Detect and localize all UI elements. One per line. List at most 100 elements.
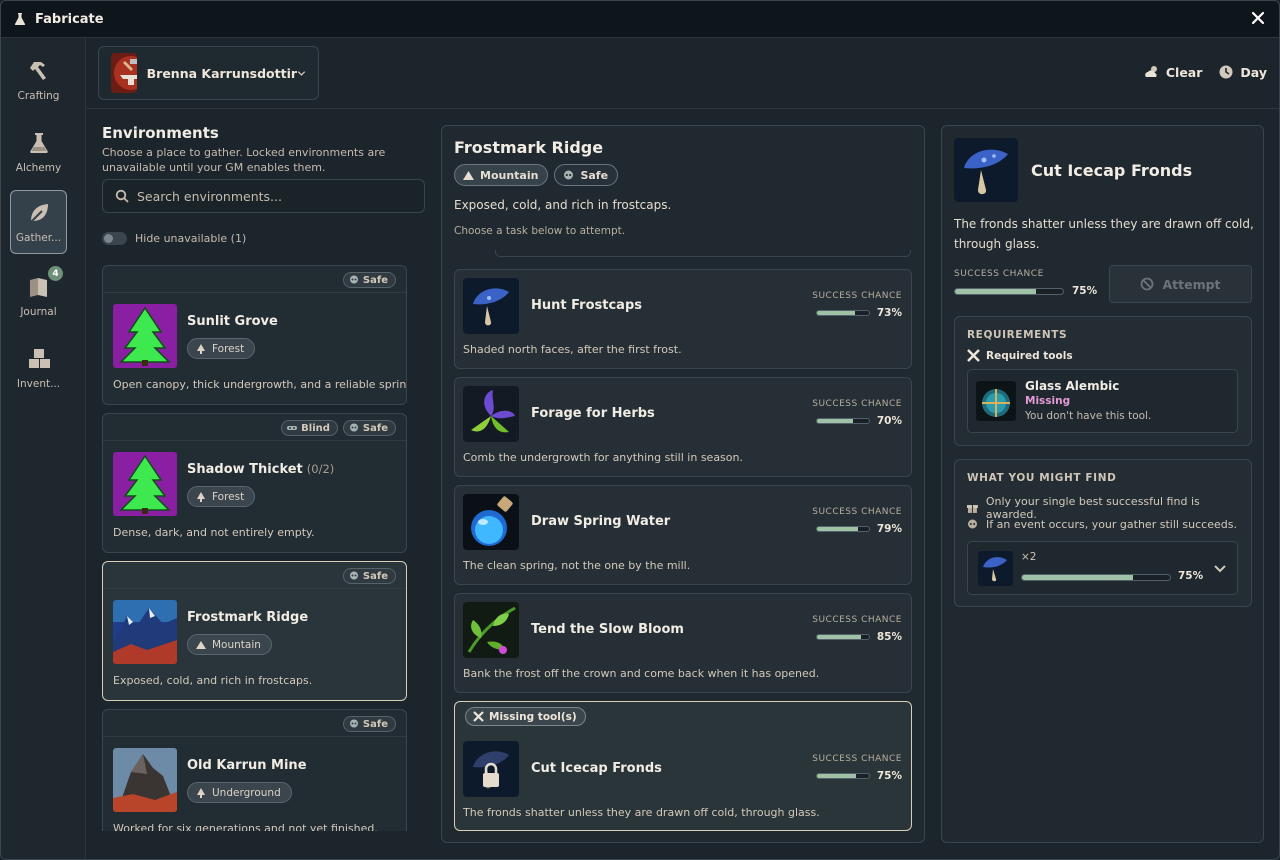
success-chance-label: SUCCESS CHANCE [812,615,902,625]
environment-card[interactable]: Safe Sunlit Grove Forest Open canopy, th… [102,265,407,405]
nav-crafting[interactable]: Crafting [10,48,67,112]
requirements-title: REQUIREMENTS [967,329,1068,341]
tool-card[interactable]: Glass Alembic Missing You don't have thi… [967,369,1238,433]
environment-title: Frostmark Ridge [187,610,309,625]
water-flask-icon [463,494,519,550]
find-rule: If an event occurs, your gather still su… [967,518,1237,531]
location-panel: Frostmark Ridge Mountain Safe Exposed, c… [441,125,925,843]
find-item[interactable]: ×2 75% [967,541,1238,595]
environment-description: Worked for six generations and not yet f… [113,822,378,831]
tag-list: Safe [342,272,396,288]
title-bar: Fabricate [1,1,1279,38]
nav-alchemy[interactable]: Alchemy [10,120,67,184]
toggle-switch[interactable] [102,232,127,245]
card-header: Blind Safe [103,414,406,441]
environments-description: Choose a place to gather. Locked environ… [102,146,386,174]
nav-label: Journal [20,306,57,318]
task-name: Hunt Frostcaps [531,298,642,313]
success-chance-bar [816,418,870,424]
finds-title: WHAT YOU MIGHT FIND [967,472,1117,484]
task-name: Cut Icecap Fronds [531,761,662,776]
leaf-icon [28,204,48,224]
icecap-icon [954,138,1018,202]
environment-title: Sunlit Grove [187,314,278,329]
task-description: The clean spring, not the one by the mil… [463,559,691,572]
tag-label: Safe [362,718,388,730]
nav-inventory[interactable]: Invent... [10,336,67,400]
success-chance-value: 75% [876,770,902,782]
success-chance-bar [816,526,870,532]
required-tools-heading: Required tools [967,349,1073,362]
task-card-selected[interactable]: Missing tool(s) Cut Icecap Fronds SUCCES… [454,701,912,831]
biome-label: Forest [212,342,245,355]
cloud-sun-icon [1145,66,1157,77]
task-name: Tend the Slow Bloom [531,622,684,637]
locked-frond-icon [463,741,519,797]
conditions: Clear Day [1144,64,1267,80]
environments-title: Environments [102,124,219,142]
success-chance-value: 75% [1072,285,1098,297]
forest-thumbnail [113,304,177,368]
find-chance-fill [1022,575,1133,580]
environment-card[interactable]: Blind Safe Shadow Thicket (0/2) Forest D… [102,413,407,553]
hide-unavailable-toggle[interactable]: Hide unavailable (1) [102,232,246,245]
environments-panel: Environments Choose a place to gather. L… [102,109,425,831]
success-chance-label: SUCCESS CHANCE [812,291,902,301]
environment-name: Old Karrun Mine [187,758,307,773]
task-card[interactable]: Draw Spring Water SUCCESS CHANCE 79% The… [454,485,912,585]
chevron-down-icon [297,71,306,76]
success-chance-fill [817,774,856,778]
success-chance-bar [954,288,1064,295]
top-bar: Brenna Karrunsdottir Clear Day [86,38,1279,109]
blind-badge: Blind [281,420,338,436]
nav-journal[interactable]: Journal 4 [10,264,67,328]
task-card[interactable]: Tend the Slow Bloom SUCCESS CHANCE 85% B… [454,593,912,693]
weather-indicator[interactable]: Clear [1144,64,1203,80]
mine-thumbnail [113,748,177,812]
environment-title: Shadow Thicket [187,462,303,477]
time-indicator[interactable]: Day [1218,64,1267,80]
tag-list: Blind Safe [281,420,396,436]
mountain-icon [196,640,206,649]
success-chance-bar [816,773,870,779]
skull-icon [349,423,358,432]
environment-name: Frostmark Ridge [187,610,308,625]
task-card[interactable]: Hunt Frostcaps SUCCESS CHANCE 73% Shaded… [454,269,912,369]
character-select[interactable]: Brenna Karrunsdottir [98,46,319,100]
detail-description: The fronds shatter unless they are drawn… [954,217,1254,251]
success-chance-fill [817,635,862,639]
character-portrait [111,53,137,93]
success-chance-fill [817,527,859,531]
close-icon[interactable] [1251,11,1265,25]
flask-icon [29,133,48,153]
tool-note: You don't have this tool. [1025,410,1152,422]
tool-status: Missing [1025,395,1071,407]
biome-badge: Mountain [187,634,272,655]
skull-icon [968,519,977,529]
skull-icon [349,275,358,284]
task-description: The fronds shatter unless they are drawn… [463,806,820,819]
success-chance-label: SUCCESS CHANCE [812,507,902,517]
environment-search[interactable] [102,179,425,213]
scroll-edge [495,250,911,257]
character-name: Brenna Karrunsdottir [146,65,298,81]
task-description: Shaded north faces, after the first fros… [463,343,682,356]
hide-unavailable-label: Hide unavailable (1) [135,232,247,245]
success-chance-fill [817,419,854,423]
required-tools-label: Required tools [986,349,1073,362]
weather-label: Clear [1165,64,1203,80]
environment-count: (0/2) [306,462,335,476]
tree-icon [197,787,205,798]
app-title: Fabricate [35,11,104,27]
environment-card[interactable]: Safe Old Karrun Mine Underground Worked … [102,709,407,831]
sidebar: Crafting Alchemy Gather... Journal 4 Inv… [1,38,86,859]
attempt-button[interactable]: Attempt [1109,265,1252,303]
success-chance-value: 79% [876,523,902,535]
biome-badge: Forest [187,486,256,507]
environment-card-selected[interactable]: Safe Frostmark Ridge Mountain Exposed, c… [102,561,407,701]
task-card[interactable]: Forage for Herbs SUCCESS CHANCE 70% Comb… [454,377,912,477]
biome-label: Mountain [480,168,539,182]
nav-gathering[interactable]: Gather... [10,190,67,254]
location-tags: Mountain Safe [454,164,619,186]
search-input[interactable] [137,188,397,204]
